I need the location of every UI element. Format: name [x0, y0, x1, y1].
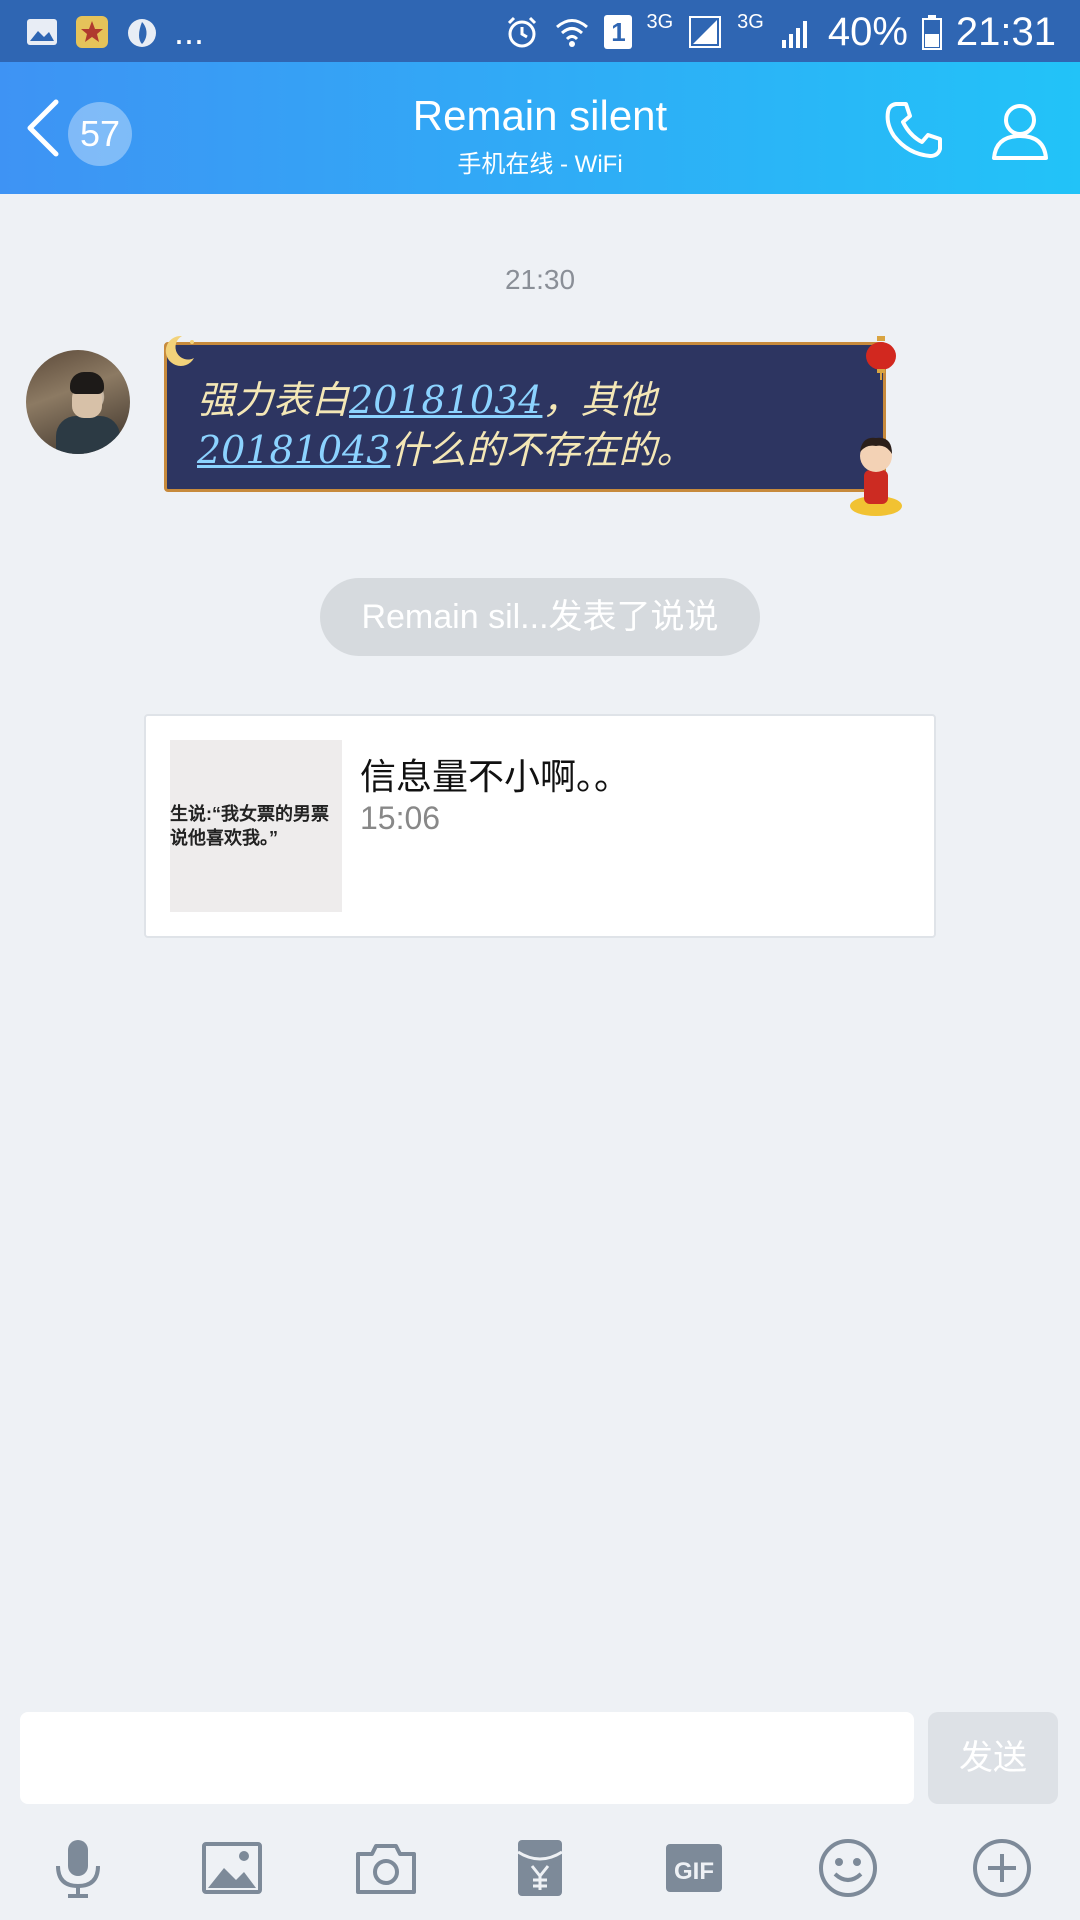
status-bar: ... 1 3G 3G 40% 21:31 [0, 0, 1080, 62]
phone-icon[interactable] [882, 98, 946, 162]
status-left: ... [24, 12, 204, 52]
signal-bars-icon [781, 21, 807, 48]
message-link-1[interactable]: 20181034 [349, 378, 542, 422]
image-icon [27, 19, 57, 45]
more-notifications: ... [174, 11, 205, 52]
message-link-2[interactable]: 20181043 [197, 428, 390, 472]
avatar[interactable] [26, 350, 130, 454]
message-bubble[interactable]: 强力表白20181034，其他 20181043什么的不存在的。 [164, 342, 886, 492]
status-right: 1 3G 3G 40% 21:31 [504, 10, 1056, 54]
signal-icon [689, 16, 722, 48]
message-text-part: 什么的不存在的。 [390, 428, 695, 472]
post-title: 信息量不小啊。。 [360, 756, 631, 797]
message-text-part: ，其他 [542, 378, 657, 422]
message-input[interactable] [20, 1712, 914, 1804]
network-type-1: 3G [646, 10, 674, 33]
gif-label: GIF [674, 1858, 714, 1885]
red-packet-icon[interactable] [508, 1836, 572, 1900]
plus-icon[interactable] [970, 1836, 1034, 1900]
star-app-icon [76, 16, 108, 48]
message-text-part: 强力表白 [197, 378, 350, 422]
post-thumbnail: 生说:“我女票的男票 说他喜欢我。” [170, 740, 342, 912]
system-notice[interactable]: Remain sil...发表了说说 [320, 578, 760, 656]
battery-icon [921, 15, 942, 50]
post-time: 15:06 [360, 800, 441, 836]
microphone-icon[interactable] [46, 1836, 110, 1900]
network-type-2: 3G [737, 10, 764, 33]
thumbnail-text: 生说:“我女票的男票 说他喜欢我。” [170, 804, 329, 848]
lantern-decoration-icon [866, 336, 896, 380]
chat-header: 57 Remain silent 手机在线 - WiFi [0, 62, 1080, 194]
message-text: 强力表白20181034，其他 20181043什么的不存在的。 [197, 375, 837, 475]
sim-slot-badge: 1 [604, 15, 633, 49]
alarm-icon [508, 16, 537, 48]
message-timestamp: 21:30 [504, 264, 576, 295]
battery-percent: 40% [827, 9, 908, 54]
emoji-icon[interactable] [816, 1836, 880, 1900]
send-button[interactable]: 发送 [928, 1712, 1058, 1804]
shared-post-card[interactable]: 生说:“我女票的男票 说他喜欢我。” 信息量不小啊。。 15:06 [144, 714, 936, 938]
picture-icon[interactable] [200, 1836, 264, 1900]
camera-icon[interactable] [354, 1836, 418, 1900]
clock: 21:31 [955, 9, 1056, 54]
gif-icon[interactable]: GIF [662, 1836, 726, 1900]
profile-icon[interactable] [988, 98, 1052, 162]
cartoon-sticker-icon [850, 437, 902, 516]
wifi-icon [556, 19, 589, 47]
flame-icon [128, 19, 156, 47]
moon-decoration-icon [165, 335, 194, 366]
